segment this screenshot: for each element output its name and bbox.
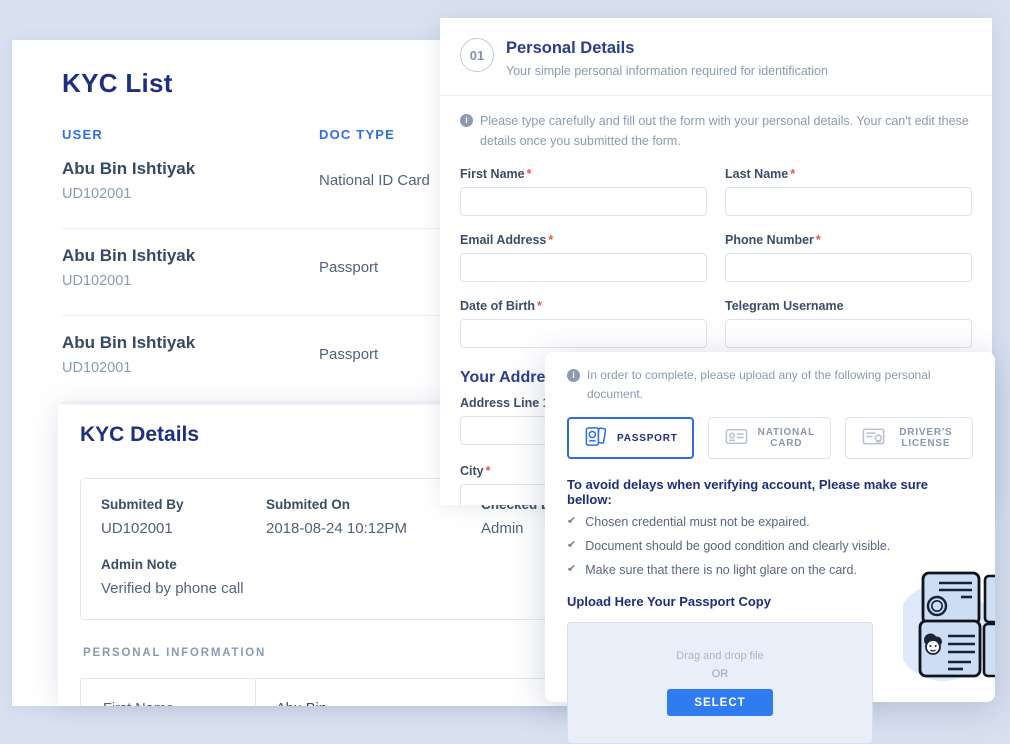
first-name-label: First Name xyxy=(460,167,525,181)
check-icon: ✔ xyxy=(567,539,576,555)
national-card-button-label: NATIONAL CARD xyxy=(758,427,815,449)
user-name: Abu Bin Ishtiyak xyxy=(62,246,319,266)
required-mark: * xyxy=(548,233,553,247)
user-id: UD102001 xyxy=(62,273,319,289)
select-file-button[interactable]: SELECT xyxy=(667,689,773,716)
dropzone-or: OR xyxy=(712,668,729,680)
step-number-badge: 01 xyxy=(460,38,494,72)
form-instruction-note: i Please type carefully and fill out the… xyxy=(460,111,972,151)
column-header-user: USER xyxy=(62,127,319,142)
passport-doc-button[interactable]: PASSPORT xyxy=(567,417,694,459)
submitted-on-value: 2018-08-24 10:12PM xyxy=(266,520,481,537)
email-address-label: Email Address xyxy=(460,233,546,247)
field-date-of-birth: Date of Birth* xyxy=(460,299,707,348)
user-id: UD102001 xyxy=(62,360,319,376)
field-last-name: Last Name* xyxy=(725,167,972,216)
divider xyxy=(440,95,992,96)
address-line-1-label: Address Line 1 xyxy=(460,396,550,410)
page-title: Personal Details xyxy=(506,38,828,58)
column-header-doc-type: DOC TYPE xyxy=(319,127,395,142)
verification-tips-title: To avoid delays when verifying account, … xyxy=(567,477,973,507)
national-card-icon xyxy=(724,424,749,452)
upload-instruction-note: i In order to complete, please upload an… xyxy=(567,366,973,404)
doc-type: Passport xyxy=(319,346,378,363)
passport-icon xyxy=(583,424,608,452)
page-subtitle: Your simple personal information require… xyxy=(506,64,828,78)
tip-item: ✔ Document should be good condition and … xyxy=(567,539,973,555)
file-dropzone[interactable]: Drag and drop file OR SELECT xyxy=(567,622,873,744)
kyc-admin-page: { "icons": { "info": "i", "check": "\u27… xyxy=(0,0,1010,714)
passport-button-label: PASSPORT xyxy=(617,433,678,444)
required-mark: * xyxy=(527,167,532,181)
form-instruction-text: Please type carefully and fill out the f… xyxy=(480,111,972,151)
drivers-license-icon xyxy=(861,424,886,452)
last-name-input[interactable] xyxy=(725,187,972,216)
telegram-username-input[interactable] xyxy=(725,319,972,348)
check-icon: ✔ xyxy=(567,515,576,531)
user-id: UD102001 xyxy=(62,186,319,202)
required-mark: * xyxy=(816,233,821,247)
required-mark: * xyxy=(537,299,542,313)
user-name: Abu Bin Ishtiyak xyxy=(62,333,319,353)
phone-number-label: Phone Number xyxy=(725,233,814,247)
doc-type: Passport xyxy=(319,259,378,276)
required-mark: * xyxy=(790,167,795,181)
doc-type: National ID Card xyxy=(319,172,430,189)
upload-instruction-text: In order to complete, please upload any … xyxy=(587,366,973,404)
id-cards-illustration xyxy=(903,556,995,713)
tip-text: Make sure that there is no light glare o… xyxy=(585,563,857,579)
info-icon: i xyxy=(460,114,473,127)
first-name-input[interactable] xyxy=(460,187,707,216)
telegram-username-label: Telegram Username xyxy=(725,299,844,313)
field-telegram-username: Telegram Username xyxy=(725,299,972,348)
info-icon: i xyxy=(567,369,580,382)
required-mark: * xyxy=(486,464,491,478)
field-email-address: Email Address* xyxy=(460,233,707,282)
submitted-by-value: UD102001 xyxy=(101,520,266,537)
table-cell-label: First Name xyxy=(81,679,256,706)
phone-number-input[interactable] xyxy=(725,253,972,282)
city-label: City xyxy=(460,464,484,478)
document-type-selector: PASSPORT NATIONAL CARD xyxy=(567,417,973,459)
field-first-name: First Name* xyxy=(460,167,707,216)
drivers-license-button-label: DRIVER'S LICENSE xyxy=(895,427,957,449)
email-address-input[interactable] xyxy=(460,253,707,282)
table-cell-value: Abu Bin xyxy=(256,679,327,706)
last-name-label: Last Name xyxy=(725,167,788,181)
national-card-doc-button[interactable]: NATIONAL CARD xyxy=(708,417,831,459)
dropzone-hint: Drag and drop file xyxy=(676,650,763,662)
tip-item: ✔ Chosen credential must not be expaired… xyxy=(567,515,973,531)
tip-text: Chosen credential must not be expaired. xyxy=(585,515,809,531)
submitted-by-label: Submited By xyxy=(101,497,266,512)
date-of-birth-input[interactable] xyxy=(460,319,707,348)
user-name: Abu Bin Ishtiyak xyxy=(62,159,319,179)
tip-text: Document should be good condition and cl… xyxy=(585,539,890,555)
date-of-birth-label: Date of Birth xyxy=(460,299,535,313)
step-header: 01 Personal Details Your simple personal… xyxy=(460,38,972,78)
field-phone-number: Phone Number* xyxy=(725,233,972,282)
drivers-license-doc-button[interactable]: DRIVER'S LICENSE xyxy=(845,417,973,459)
check-icon: ✔ xyxy=(567,563,576,579)
